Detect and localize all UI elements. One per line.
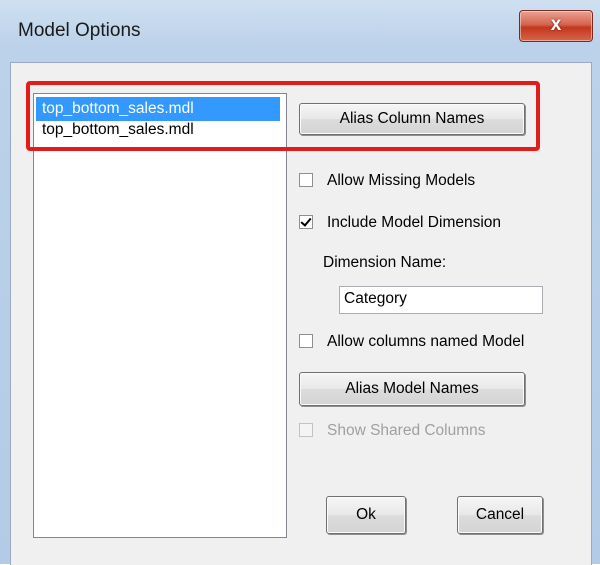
close-icon: x (550, 14, 562, 35)
checkbox-label: Include Model Dimension (327, 214, 502, 231)
allow-missing-models-checkbox[interactable]: Allow Missing Models (299, 170, 559, 192)
dialog-window: Model Options x top_bottom_sales.mdl top… (0, 0, 600, 565)
highlight-annotation (26, 81, 540, 151)
dialog-content: top_bottom_sales.mdl top_bottom_sales.md… (10, 62, 592, 565)
dimension-name-field[interactable]: Category (339, 286, 543, 314)
checkbox-box[interactable] (299, 334, 313, 348)
show-shared-columns-checkbox[interactable]: Show Shared Columns (299, 420, 559, 442)
checkbox-box[interactable] (299, 215, 313, 229)
models-listbox[interactable]: top_bottom_sales.mdl top_bottom_sales.md… (33, 93, 287, 538)
close-button[interactable]: x (519, 10, 593, 42)
checkbox-box[interactable] (299, 423, 313, 437)
title-bar[interactable]: Model Options x (0, 0, 600, 62)
include-model-dimension-checkbox[interactable]: Include Model Dimension (299, 212, 559, 234)
checkbox-label: Show Shared Columns (327, 422, 486, 439)
ok-button[interactable]: Ok (326, 496, 406, 534)
allow-columns-named-model-checkbox[interactable]: Allow columns named Model (299, 331, 579, 353)
alias-model-names-button[interactable]: Alias Model Names (299, 372, 525, 406)
checkbox-box[interactable] (299, 173, 313, 187)
checkbox-label: Allow Missing Models (327, 172, 476, 189)
cancel-button[interactable]: Cancel (457, 496, 543, 534)
dimension-name-label: Dimension Name: (323, 254, 447, 271)
checkbox-label: Allow columns named Model (327, 333, 525, 350)
dialog-title: Model Options (18, 20, 141, 41)
